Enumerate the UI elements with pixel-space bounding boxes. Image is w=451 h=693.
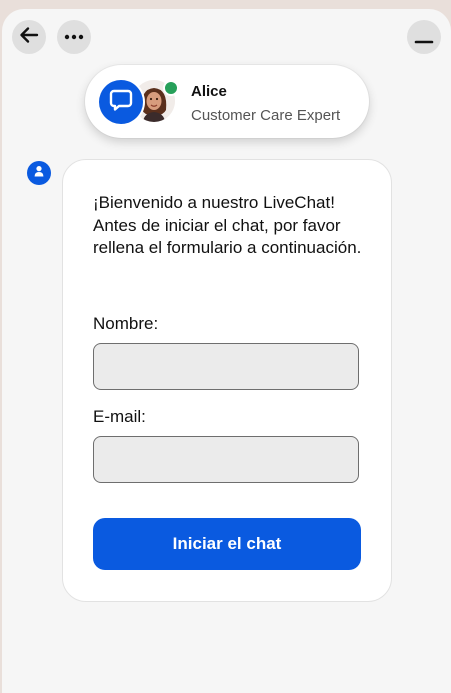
- online-status-dot: [163, 80, 179, 96]
- minimize-icon: [414, 25, 434, 50]
- message-avatar: [27, 161, 51, 185]
- welcome-message: ¡Bienvenido a nuestro LiveChat! Antes de…: [93, 193, 362, 257]
- back-button[interactable]: [12, 20, 46, 54]
- name-input[interactable]: [93, 343, 359, 390]
- more-options-button[interactable]: [57, 20, 91, 54]
- chat-widget: Alice Customer Care Expert ¡Bienvenido a…: [2, 9, 451, 693]
- chat-bubble-icon: [108, 87, 134, 118]
- livechat-logo: [99, 80, 143, 124]
- start-chat-button[interactable]: Iniciar el chat: [93, 518, 361, 570]
- arrow-left-icon: [18, 24, 40, 51]
- prechat-form: ¡Bienvenido a nuestro LiveChat! Antes de…: [62, 159, 392, 602]
- agent-role: Customer Care Expert: [191, 107, 341, 124]
- email-input[interactable]: [93, 436, 359, 483]
- name-label: Nombre:: [93, 314, 159, 333]
- minimize-button[interactable]: [407, 20, 441, 54]
- user-icon: [32, 164, 46, 183]
- email-label: E-mail:: [93, 407, 146, 426]
- agent-name: Alice: [191, 83, 227, 100]
- ellipsis-icon: [63, 28, 85, 46]
- agent-header-card: Alice Customer Care Expert: [85, 65, 369, 138]
